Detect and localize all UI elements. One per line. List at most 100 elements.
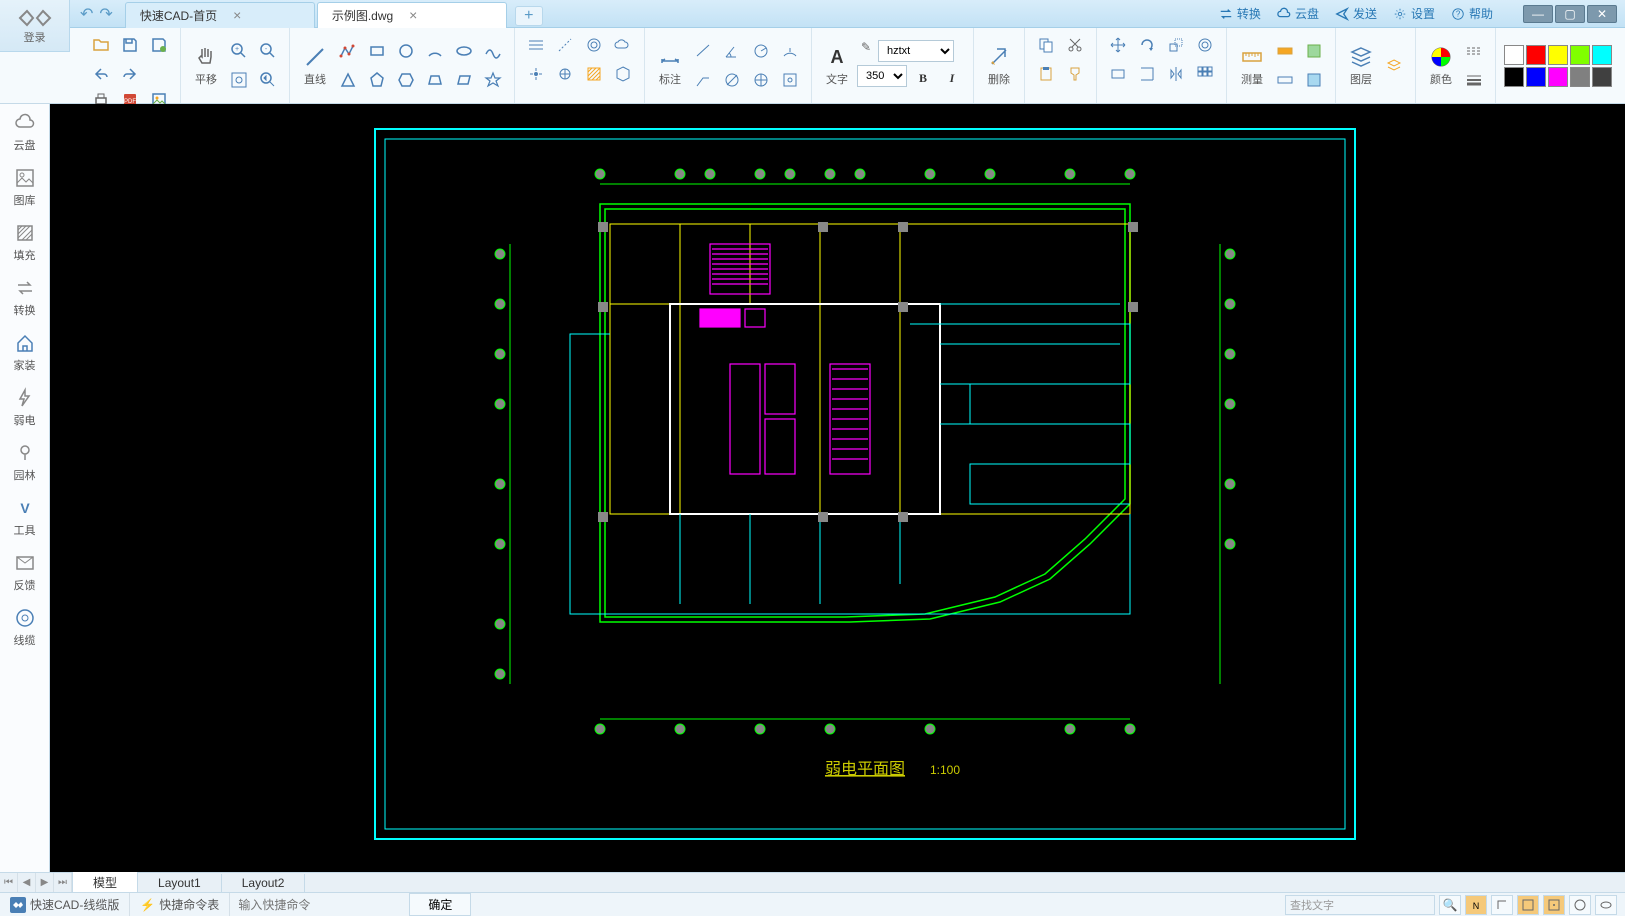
dim-ordinate-icon[interactable] <box>748 67 774 93</box>
donut-tool[interactable] <box>581 32 607 58</box>
dimension-tool[interactable]: 标注 <box>653 41 687 91</box>
linetype-icon[interactable] <box>1461 38 1487 64</box>
forward-button[interactable]: ↷ <box>99 4 112 24</box>
minimize-button[interactable]: — <box>1523 5 1553 23</box>
layer-tool[interactable]: 图层 <box>1344 41 1378 91</box>
trapezoid-tool[interactable] <box>422 67 448 93</box>
snap-button[interactable]: N <box>1465 895 1487 915</box>
copy-button[interactable] <box>1033 32 1059 58</box>
layer-manager-icon[interactable] <box>1381 53 1407 79</box>
parallelogram-tool[interactable] <box>451 67 477 93</box>
color-cyan[interactable] <box>1592 45 1612 65</box>
hatch-tool[interactable] <box>581 61 607 87</box>
settings-button[interactable]: 设置 <box>1393 5 1435 22</box>
measure-dist-icon[interactable] <box>1272 38 1298 64</box>
rectangle-tool[interactable] <box>364 38 390 64</box>
arc-tool[interactable] <box>422 38 448 64</box>
revcloud-tool[interactable] <box>610 32 636 58</box>
dim-angular-icon[interactable] <box>719 38 745 64</box>
color-tool[interactable]: 颜色 <box>1424 41 1458 91</box>
layout2-tab[interactable]: Layout2 <box>222 874 306 892</box>
paste-button[interactable] <box>1033 61 1059 87</box>
sidebar-feedback[interactable]: 反馈 <box>14 552 36 593</box>
divide-tool[interactable] <box>552 61 578 87</box>
block-tool[interactable] <box>610 61 636 87</box>
offset-button[interactable] <box>1192 32 1218 58</box>
zoom-previous-button[interactable] <box>255 67 281 93</box>
mirror-button[interactable] <box>1163 61 1189 87</box>
measure-area-icon[interactable] <box>1301 38 1327 64</box>
zoom-out-button[interactable]: - <box>255 38 281 64</box>
rotate-button[interactable] <box>1134 32 1160 58</box>
grid-button[interactable] <box>1517 895 1539 915</box>
tab-example-dwg[interactable]: 示例图.dwg × <box>317 2 507 28</box>
ellipse-tool[interactable] <box>451 38 477 64</box>
sidebar-fill[interactable]: 填充 <box>14 222 36 263</box>
hexagon-tool[interactable] <box>393 67 419 93</box>
convert-button[interactable]: 转换 <box>1219 5 1261 22</box>
lineweight-icon[interactable] <box>1461 67 1487 93</box>
italic-button[interactable]: I <box>939 65 965 91</box>
tab-next-button[interactable]: ▶ <box>36 873 54 893</box>
zoom-window-button[interactable]: + <box>226 38 252 64</box>
scale-button[interactable] <box>1163 32 1189 58</box>
tab-first-button[interactable]: ⏮ <box>0 873 18 893</box>
measure-tool[interactable]: 测量 <box>1235 41 1269 91</box>
dim-diameter-icon[interactable] <box>719 67 745 93</box>
back-button[interactable]: ↶ <box>80 4 93 24</box>
search-button[interactable]: 🔍 <box>1439 895 1461 915</box>
confirm-button[interactable]: 确定 <box>409 893 471 916</box>
app-logo-login[interactable]: 登录 <box>0 0 70 52</box>
open-button[interactable] <box>88 32 114 58</box>
extend-button[interactable] <box>1134 61 1160 87</box>
model-tab[interactable]: 模型 <box>73 872 138 893</box>
close-icon[interactable]: × <box>409 7 417 23</box>
cut-button[interactable] <box>1062 32 1088 58</box>
measure-angle-icon[interactable] <box>1272 67 1298 93</box>
saveas-button[interactable] <box>146 32 172 58</box>
color-yellow[interactable] <box>1548 45 1568 65</box>
dim-radius-icon[interactable] <box>748 38 774 64</box>
command-input[interactable] <box>230 893 401 916</box>
polar-button[interactable] <box>1569 895 1591 915</box>
point-tool[interactable] <box>523 61 549 87</box>
delete-tool[interactable]: 删除 <box>982 41 1016 91</box>
array-button[interactable] <box>1192 61 1218 87</box>
spline-tool[interactable] <box>480 38 506 64</box>
layout1-tab[interactable]: Layout1 <box>138 874 222 892</box>
line-tool[interactable]: 直线 <box>298 41 332 91</box>
move-button[interactable] <box>1105 32 1131 58</box>
maximize-button[interactable]: ▢ <box>1555 5 1585 23</box>
drawing-canvas[interactable]: 弱电平面图 1:100 <box>50 104 1625 872</box>
redo-button[interactable] <box>117 61 143 87</box>
dim-arc-icon[interactable] <box>777 38 803 64</box>
tab-last-button[interactable]: ⏭ <box>54 873 72 893</box>
color-white[interactable] <box>1504 45 1524 65</box>
close-icon[interactable]: × <box>233 7 241 23</box>
sidebar-cloud[interactable]: 云盘 <box>14 112 36 153</box>
sidebar-gallery[interactable]: 图库 <box>14 167 36 208</box>
text-tool[interactable]: A 文字 <box>820 41 854 91</box>
pentagon-tool[interactable] <box>364 67 390 93</box>
help-button[interactable]: ? 帮助 <box>1451 5 1493 22</box>
triangle-tool[interactable] <box>335 67 361 93</box>
bold-button[interactable]: B <box>910 65 936 91</box>
close-window-button[interactable]: ✕ <box>1587 5 1617 23</box>
zoom-extents-button[interactable] <box>226 67 252 93</box>
sidebar-convert[interactable]: 转换 <box>14 277 36 318</box>
quick-cmd-button[interactable]: ⚡ 快捷命令表 <box>130 893 230 916</box>
sidebar-garden[interactable]: 园林 <box>14 442 36 483</box>
xline-tool[interactable] <box>523 32 549 58</box>
color-red[interactable] <box>1526 45 1546 65</box>
ortho-button[interactable] <box>1491 895 1513 915</box>
sidebar-cable[interactable]: 线缆 <box>14 607 36 648</box>
measure-id-icon[interactable] <box>1301 67 1327 93</box>
color-magenta[interactable] <box>1548 67 1568 87</box>
osnap-button[interactable] <box>1543 895 1565 915</box>
color-blue[interactable] <box>1526 67 1546 87</box>
format-painter-button[interactable] <box>1062 61 1088 87</box>
pan-tool[interactable]: 平移 <box>189 41 223 91</box>
star-tool[interactable] <box>480 67 506 93</box>
trim-button[interactable] <box>1105 61 1131 87</box>
dyn-button[interactable] <box>1595 895 1617 915</box>
